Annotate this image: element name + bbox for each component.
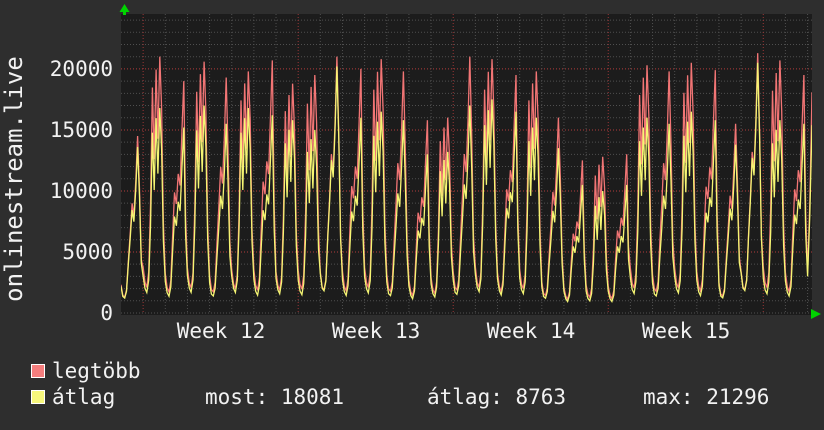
x-tick-label: Week 15 [606, 320, 766, 342]
stat-atlag: átlag: 8763 [427, 386, 566, 408]
axis-arrow-right-icon [811, 308, 822, 320]
x-tick-label: Week 14 [451, 320, 611, 342]
y-tick-label: 20000 [0, 58, 113, 80]
stat-most: most: 18081 [205, 386, 344, 408]
legend-label-legtobb: legtöbb [52, 360, 141, 382]
legend-swatch-atlag [31, 390, 45, 404]
axis-arrow-up-icon [118, 4, 131, 15]
legend-swatch-legtobb [31, 364, 45, 378]
y-tick-label: 0 [0, 302, 113, 324]
plot-svg [121, 14, 812, 315]
legend-label-atlag: átlag [52, 386, 115, 408]
x-tick-label: Week 13 [296, 320, 456, 342]
y-tick-label: 5000 [0, 241, 113, 263]
x-tick-label: Week 12 [141, 320, 301, 342]
graph-window: onlinestream.live 05000100001500020000 W… [0, 0, 824, 430]
y-tick-label: 10000 [0, 180, 113, 202]
stat-max: max: 21296 [643, 386, 769, 408]
y-tick-label: 15000 [0, 119, 113, 141]
